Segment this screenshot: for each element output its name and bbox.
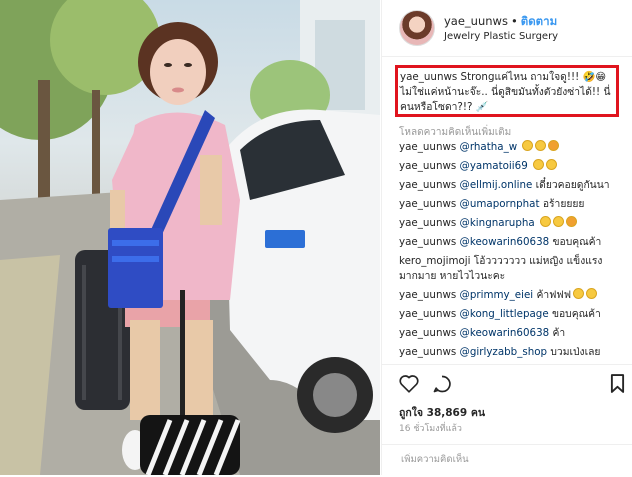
comment-text: ขอบคุณค้า: [552, 236, 602, 248]
caption-username[interactable]: yae_uunws: [400, 71, 457, 83]
comment-mention[interactable]: @girlyzabb_shop: [460, 346, 548, 358]
comment-mention[interactable]: @kong_littlepage: [460, 308, 549, 320]
likes-count[interactable]: ถูกใจ 38,869 คน: [399, 404, 485, 421]
comment-row: yae_uunws @keowarin60638 ขอบคุณค้า: [399, 235, 625, 250]
comment-text: ขอบคุณค้า: [551, 308, 601, 320]
header-username[interactable]: yae_uunws: [444, 14, 508, 28]
follow-button[interactable]: ติดตาม: [521, 14, 557, 28]
comment-row: yae_uunws @keowarin60638 ค้า: [399, 326, 625, 341]
header-user-line: yae_uunws • ติดตาม: [444, 13, 557, 31]
photo-illustration: [0, 0, 380, 475]
emoji-icon: [565, 216, 577, 227]
emoji-icon: [546, 159, 558, 170]
post-photo: [0, 0, 380, 475]
comment-text: ค้า: [552, 327, 566, 339]
emoji-icon: [548, 140, 560, 151]
comment-row: yae_uunws @girlyzabb_shop บวมเป่งเลย: [399, 345, 625, 360]
comment-text: อร้ายยยย: [542, 198, 585, 210]
caption: yae_uunws Strongแค่ไหน ถามใจดู!!! 🤣😁 ไม่…: [400, 70, 615, 115]
emoji-icon: [522, 140, 534, 151]
bookmark-icon[interactable]: [610, 374, 625, 397]
comment-mention[interactable]: @yamatoii69: [460, 160, 528, 172]
emoji-icon: [573, 288, 584, 299]
comment-row: yae_uunws @rhatha_w: [399, 140, 625, 155]
add-comment-input[interactable]: [399, 453, 603, 466]
comment-mention[interactable]: @ellmij.online: [460, 179, 533, 191]
comment-text-continued: มากมาย หายไวไวนะคะ: [399, 270, 506, 282]
comment-username[interactable]: kero_mojimoji: [399, 255, 471, 267]
comment-username[interactable]: yae_uunws: [399, 236, 456, 248]
comment-username[interactable]: yae_uunws: [399, 141, 456, 153]
heart-icon[interactable]: [399, 374, 419, 397]
comments-section[interactable]: yae_uunws Strongแค่ไหน ถามใจดู!!! 🤣😁 ไม่…: [382, 62, 632, 364]
emoji-icon: [539, 216, 551, 227]
comment-mention[interactable]: @kingnarupha: [460, 217, 535, 229]
emoji-icon: [552, 216, 564, 227]
comment-row: yae_uunws @ellmij.online เดี๋ยวคอยดูกันน…: [399, 178, 625, 193]
post-time: 16 ชั่วโมงที่แล้ว: [399, 424, 462, 434]
comment-username[interactable]: yae_uunws: [399, 346, 456, 358]
comment-username[interactable]: yae_uunws: [399, 160, 456, 172]
post-panel: yae_uunws • ติดตาม Jewelry Plastic Surgery…: [381, 0, 632, 475]
comment-row: kero_mojimoji โอ้ววววววว แม่หญิง แข็งแรง: [399, 254, 625, 269]
comment-text: เดี๋ยวคอยดูกันนา: [535, 179, 610, 191]
comment-username[interactable]: yae_uunws: [399, 308, 456, 320]
comment-username[interactable]: yae_uunws: [399, 289, 456, 301]
comment-mention[interactable]: @umapornphat: [460, 198, 540, 210]
avatar[interactable]: [399, 10, 435, 46]
post-actions: ถูกใจ 38,869 คน 16 ชั่วโมงที่แล้ว: [382, 364, 632, 476]
emoji-icon: [586, 288, 597, 299]
comment-mention[interactable]: @rhatha_w: [460, 141, 518, 153]
comment-text: โอ้ววววววว แม่หญิง แข็งแรง: [473, 255, 603, 267]
comment-username[interactable]: yae_uunws: [399, 179, 456, 191]
comment-username[interactable]: yae_uunws: [399, 217, 456, 229]
comment-row: yae_uunws @umapornphat อร้ายยยย: [399, 197, 625, 212]
comment-row: yae_uunws @kingnarupha: [399, 216, 625, 231]
comment-username[interactable]: yae_uunws: [399, 198, 456, 210]
separator-dot: •: [510, 14, 518, 28]
load-more-comments[interactable]: โหลดความคิดเห็นเพิ่มเติม: [399, 125, 511, 140]
comment-row: yae_uunws @primmy_eiei ค้าฟฟฟ: [399, 288, 625, 303]
location-link[interactable]: Jewelry Plastic Surgery: [444, 31, 558, 42]
emoji-icon: [535, 140, 547, 151]
comment-text: ค้าฟฟฟ: [536, 289, 571, 301]
add-comment-bar: [382, 444, 632, 477]
comment-mention[interactable]: @primmy_eiei: [460, 289, 534, 301]
comment-text: บวมเป่งเลย: [550, 346, 601, 358]
emoji-icon: [533, 159, 545, 170]
post-header: yae_uunws • ติดตาม Jewelry Plastic Surgery: [382, 0, 632, 57]
comment-mention[interactable]: @keowarin60638: [460, 327, 550, 339]
comment-mention[interactable]: @keowarin60638: [460, 236, 550, 248]
comment-row: yae_uunws @kong_littlepage ขอบคุณค้า: [399, 307, 625, 322]
comment-row: yae_uunws @yamatoii69: [399, 159, 625, 174]
comment-username[interactable]: yae_uunws: [399, 327, 456, 339]
comment-icon[interactable]: [432, 374, 452, 398]
